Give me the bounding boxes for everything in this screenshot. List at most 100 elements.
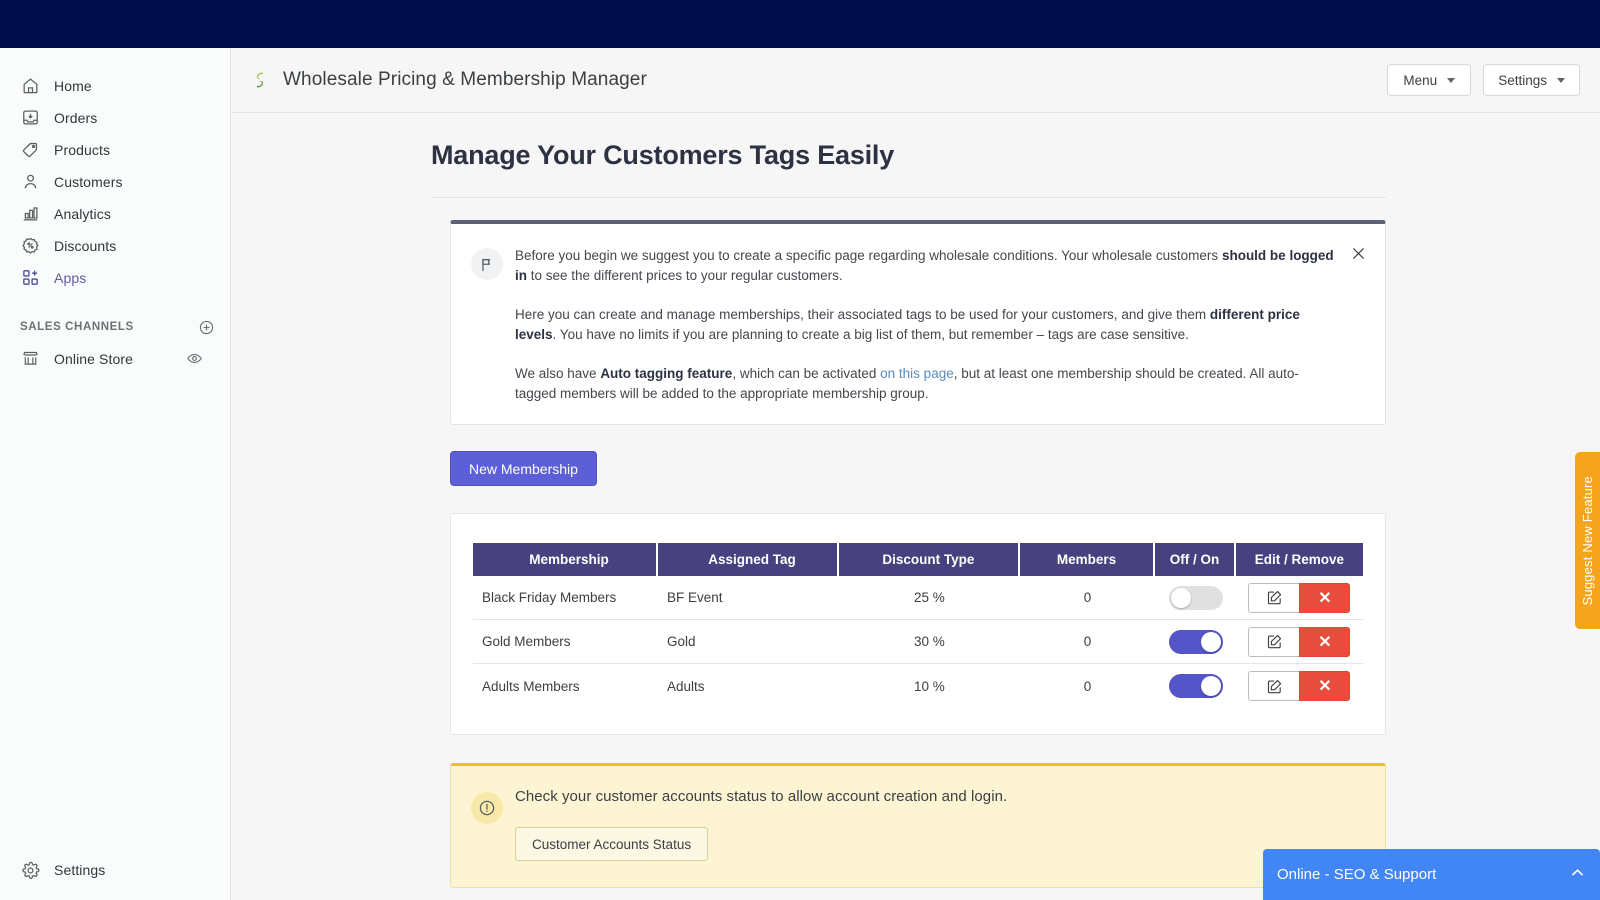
apps-plus-icon (20, 268, 40, 288)
app-header: Wholesale Pricing & Membership Manager M… (231, 48, 1600, 113)
sidebar-item-label: Analytics (54, 206, 111, 222)
page-title: Manage Your Customers Tags Easily (431, 140, 1600, 171)
chevron-up-icon[interactable] (1569, 864, 1586, 886)
row-actions: ✕ (1236, 627, 1363, 657)
exclamation-circle-icon (471, 792, 503, 824)
cell-members: 0 (1020, 620, 1155, 664)
memberships-table: Membership Assigned Tag Discount Type Me… (473, 543, 1363, 708)
cell-toggle (1155, 576, 1236, 620)
cell-discount: 25 % (839, 576, 1020, 620)
banner-p3-c: , which can be activated (732, 366, 880, 381)
sidebar-item-orders[interactable]: Orders (8, 102, 222, 133)
column-header-discount-type: Discount Type (839, 543, 1020, 576)
cell-actions: ✕ (1236, 620, 1363, 664)
remove-button[interactable]: ✕ (1299, 583, 1350, 613)
sidebar-item-label: Apps (54, 270, 86, 286)
edit-button[interactable] (1248, 583, 1299, 613)
cell-assigned-tag: Gold (658, 620, 839, 664)
edit-button[interactable] (1248, 671, 1299, 701)
cell-actions: ✕ (1236, 576, 1363, 620)
sidebar-item-products[interactable]: Products (8, 134, 222, 165)
sidebar-item-online-store[interactable]: Online Store (8, 343, 222, 374)
sidebar-item-label: Discounts (54, 238, 116, 254)
banner-p3-b: Auto tagging feature (600, 366, 732, 381)
sidebar-item-home[interactable]: Home (8, 70, 222, 101)
app-title: Wholesale Pricing & Membership Manager (283, 69, 647, 91)
chevron-down-icon (1557, 78, 1565, 83)
menu-button[interactable]: Menu (1387, 64, 1471, 96)
column-header-members: Members (1020, 543, 1155, 576)
status-toggle[interactable] (1169, 630, 1223, 654)
sidebar-item-label: Orders (54, 110, 97, 126)
toggle-knob (1201, 632, 1221, 652)
customer-accounts-status-button[interactable]: Customer Accounts Status (515, 827, 708, 861)
settings-button[interactable]: Settings (1483, 64, 1580, 96)
sidebar-item-discounts[interactable]: Discounts (8, 230, 222, 261)
sidebar-item-customers[interactable]: Customers (8, 166, 222, 197)
cell-membership: Adults Members (473, 664, 658, 708)
toggle-knob (1171, 588, 1191, 608)
toggle-knob (1201, 676, 1221, 696)
close-icon[interactable] (1347, 242, 1369, 264)
banner-paragraph-1: Before you begin we suggest you to creat… (515, 246, 1339, 286)
table-row: Adults Members Adults 10 % 0 (473, 664, 1363, 708)
remove-button[interactable]: ✕ (1299, 627, 1350, 657)
cell-membership: Gold Members (473, 620, 658, 664)
banner-p3-a: We also have (515, 366, 600, 381)
table-header-row: Membership Assigned Tag Discount Type Me… (473, 543, 1363, 576)
main-content: Manage Your Customers Tags Easily Before… (231, 113, 1600, 900)
status-toggle[interactable] (1169, 586, 1223, 610)
sidebar-nav: Home Orders (0, 48, 230, 374)
suggest-new-feature-label: Suggest New Feature (1580, 476, 1595, 606)
table-head: Membership Assigned Tag Discount Type Me… (473, 543, 1363, 576)
sidebar-item-label: Customers (54, 174, 123, 190)
plus-circle-icon[interactable] (196, 317, 216, 337)
remove-button[interactable]: ✕ (1299, 671, 1350, 701)
person-icon (20, 172, 40, 192)
eye-icon[interactable] (184, 349, 204, 369)
home-icon (20, 76, 40, 96)
sidebar-item-label: Home (54, 78, 92, 94)
flag-icon (471, 248, 503, 280)
bar-chart-icon (20, 204, 40, 224)
sidebar-item-label: Online Store (54, 351, 133, 367)
column-header-assigned-tag: Assigned Tag (658, 543, 839, 576)
support-chat-label: Online - SEO & Support (1277, 866, 1436, 883)
sidebar-settings-label: Settings (54, 862, 105, 878)
app-root: Home Orders (0, 0, 1600, 900)
header-buttons: Menu Settings (1387, 64, 1580, 96)
cell-assigned-tag: Adults (658, 664, 839, 708)
cell-assigned-tag: BF Event (658, 576, 839, 620)
orders-icon (20, 108, 40, 128)
banner-paragraph-2: Here you can create and manage membershi… (515, 305, 1339, 345)
sidebar-item-analytics[interactable]: Analytics (8, 198, 222, 229)
status-toggle[interactable] (1169, 674, 1223, 698)
banner-p1-a: Before you begin we suggest you to creat… (515, 248, 1222, 263)
cell-toggle (1155, 664, 1236, 708)
shopify-app-logo (250, 70, 270, 90)
suggest-new-feature-tab[interactable]: Suggest New Feature (1575, 452, 1600, 629)
info-banner: Before you begin we suggest you to creat… (450, 220, 1386, 425)
cell-members: 0 (1020, 576, 1155, 620)
new-membership-button[interactable]: New Membership (450, 451, 597, 486)
banner-p1-c: to see the different prices to your regu… (527, 268, 843, 283)
edit-button[interactable] (1248, 627, 1299, 657)
column-header-edit-remove: Edit / Remove (1236, 543, 1363, 576)
tag-icon (20, 140, 40, 160)
sales-channels-header: SALES CHANNELS (20, 317, 216, 337)
row-actions: ✕ (1236, 671, 1363, 701)
cell-toggle (1155, 620, 1236, 664)
sidebar-item-settings[interactable]: Settings (0, 860, 231, 880)
auto-tagging-page-link[interactable]: on this page (880, 366, 954, 381)
sidebar-item-apps[interactable]: Apps (8, 262, 222, 293)
chevron-down-icon (1447, 78, 1455, 83)
table-row: Gold Members Gold 30 % 0 (473, 620, 1363, 664)
store-icon (20, 349, 40, 369)
support-chat-bar[interactable]: Online - SEO & Support (1263, 849, 1600, 900)
sales-channels-title: SALES CHANNELS (20, 321, 134, 333)
sidebar-item-label: Products (54, 142, 110, 158)
banner-p2-c: . You have no limits if you are planning… (553, 327, 1189, 342)
top-navigation-bar (0, 0, 1600, 48)
gear-icon (20, 860, 40, 880)
title-divider (431, 197, 1386, 198)
